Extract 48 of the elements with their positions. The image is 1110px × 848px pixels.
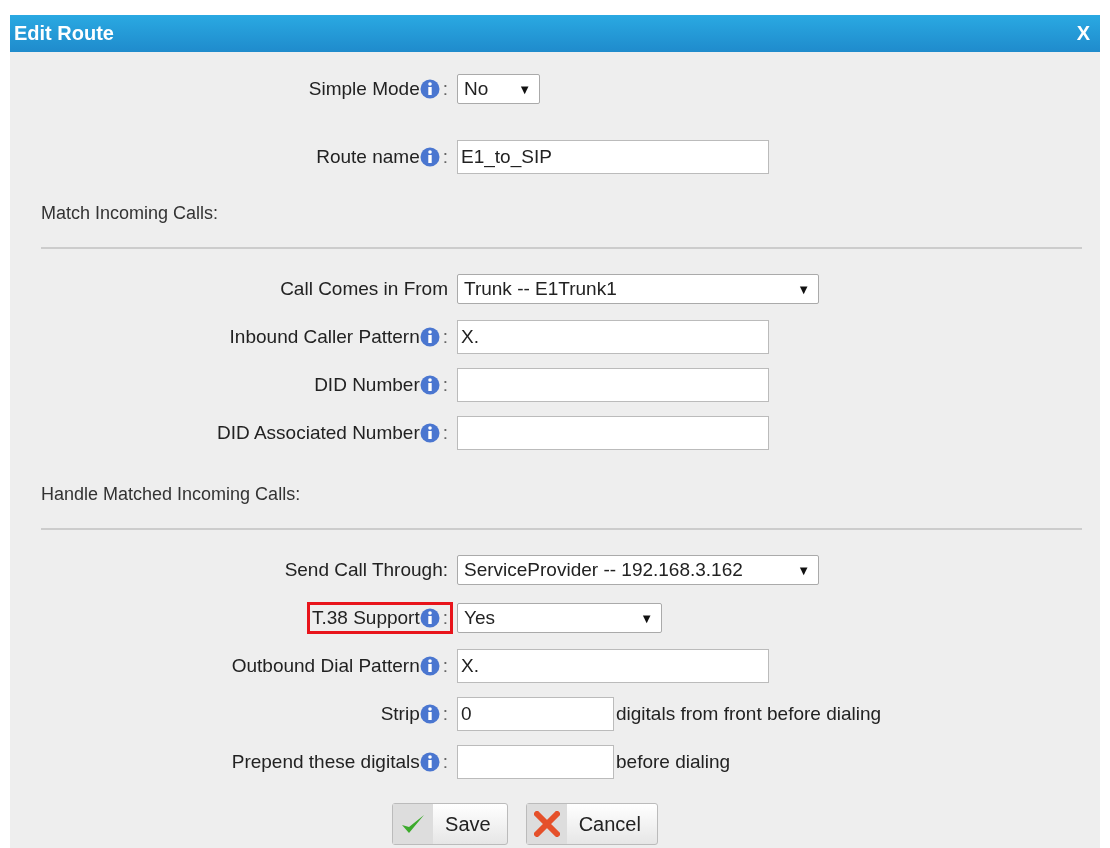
save-button[interactable]: Save (392, 803, 508, 845)
field-label: DID Associated Number (216, 422, 420, 444)
field-suffix: before dialing (616, 751, 731, 773)
info-icon[interactable] (419, 608, 440, 628)
info-icon[interactable] (419, 656, 440, 676)
input-field[interactable] (457, 416, 769, 450)
colon: : (442, 655, 448, 677)
dropdown[interactable]: Trunk -- E1Trunk1 ▼ (457, 274, 819, 304)
colon: : (442, 146, 448, 168)
colon: : (442, 422, 448, 444)
colon: : (442, 326, 448, 348)
section-heading: Handle Matched Incoming Calls: (41, 483, 302, 505)
dropdown[interactable]: ServiceProvider -- 192.168.3.162 ▼ (457, 555, 819, 585)
field-label: Simple Mode (308, 78, 420, 100)
info-icon[interactable] (419, 752, 440, 772)
input-field[interactable]: X. (457, 649, 769, 683)
info-icon[interactable] (419, 375, 440, 395)
field-label: DID Number (314, 374, 420, 396)
field-label: Route name (316, 146, 420, 168)
info-icon[interactable] (419, 704, 440, 724)
dropdown[interactable]: No ▼ (457, 74, 540, 104)
input-field[interactable]: 0 (457, 697, 614, 731)
colon: : (442, 703, 448, 725)
window-title: Edit Route (14, 22, 114, 45)
info-icon[interactable] (419, 147, 440, 167)
colon: : (442, 78, 448, 100)
input-field[interactable] (457, 745, 614, 779)
colon: : (442, 751, 448, 773)
field-label: Call Comes in From (280, 278, 448, 300)
field-label: Inbound Caller Pattern (229, 326, 420, 348)
section-heading: Match Incoming Calls: (41, 202, 220, 224)
info-icon[interactable] (419, 327, 440, 347)
info-icon[interactable] (419, 79, 440, 99)
field-label: Prepend these digitals (231, 751, 420, 773)
info-icon[interactable] (419, 423, 440, 443)
field-label: Outbound Dial Pattern (231, 655, 420, 677)
field-suffix: digitals from front before dialing (616, 703, 882, 725)
field-label: T.38 Support (311, 607, 420, 629)
dropdown[interactable]: Yes ▼ (457, 603, 662, 633)
colon: : (442, 607, 448, 629)
close-icon (533, 811, 560, 837)
cancel-button[interactable]: Cancel (525, 803, 658, 845)
input-field[interactable]: E1_to_SIP (457, 140, 769, 174)
input-field[interactable] (457, 368, 769, 402)
field-label: Send Call Through: (284, 559, 448, 581)
colon: : (442, 374, 448, 396)
field-label: Strip (380, 703, 420, 725)
input-field[interactable]: X. (457, 320, 769, 354)
